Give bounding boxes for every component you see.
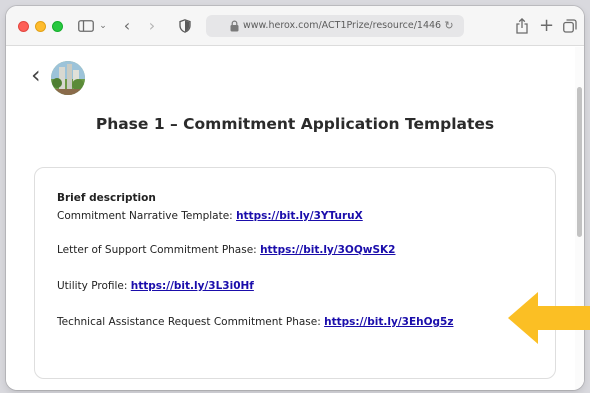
scrollbar-thumb[interactable] [577, 87, 582, 237]
minimize-window-button[interactable] [35, 21, 46, 32]
browser-toolbar: ⌄ ‹ › www.herox.com/ACT1Prize/resource/1… [6, 6, 584, 46]
list-item: Utility Profile: https://bit.ly/3L3i0Hf [57, 280, 254, 292]
avatar[interactable] [51, 61, 85, 95]
lock-icon [230, 20, 239, 32]
zoom-window-button[interactable] [52, 21, 63, 32]
card-heading: Brief description [57, 192, 156, 204]
plus-icon[interactable]: + [539, 16, 554, 36]
shield-icon[interactable] [178, 16, 192, 36]
item-label: Letter of Support Commitment Phase: [57, 244, 261, 256]
address-bar[interactable]: www.herox.com/ACT1Prize/resource/1446 ↻ [206, 15, 464, 37]
chevron-left-icon[interactable]: ‹ [31, 63, 45, 89]
close-window-button[interactable] [18, 21, 29, 32]
tabs-icon[interactable] [562, 16, 578, 36]
list-item: Letter of Support Commitment Phase: http… [57, 244, 395, 256]
letter-of-support-link[interactable]: https://bit.ly/3OQwSK2 [260, 244, 395, 256]
browser-window: ⌄ ‹ › www.herox.com/ACT1Prize/resource/1… [6, 6, 584, 390]
utility-profile-link[interactable]: https://bit.ly/3L3i0Hf [131, 280, 254, 292]
item-label: Commitment Narrative Template: [57, 210, 237, 222]
item-label: Technical Assistance Request Commitment … [57, 316, 325, 328]
page-content: ‹ Phase 1 – Commitment Application Templ… [6, 47, 584, 390]
technical-assistance-link[interactable]: https://bit.ly/3EhOg5z [324, 316, 453, 328]
share-icon[interactable] [514, 16, 530, 36]
back-arrow-icon[interactable]: ‹ [120, 16, 134, 36]
url-text[interactable]: www.herox.com/ACT1Prize/resource/1446 [243, 15, 443, 37]
sidebar-icon[interactable] [78, 16, 94, 36]
page-title: Phase 1 – Commitment Application Templat… [95, 115, 495, 133]
item-label: Utility Profile: [57, 280, 131, 292]
forward-arrow-icon[interactable]: › [145, 16, 159, 36]
commitment-narrative-link[interactable]: https://bit.ly/3YTuruX [236, 210, 363, 222]
reload-icon[interactable]: ↻ [442, 19, 456, 33]
list-item: Commitment Narrative Template: https://b… [57, 210, 363, 222]
annotation-arrow-icon [508, 292, 590, 344]
description-card: Brief description Commitment Narrative T… [34, 167, 556, 379]
chevron-down-icon[interactable]: ⌄ [98, 16, 108, 36]
list-item: Technical Assistance Request Commitment … [57, 316, 453, 328]
